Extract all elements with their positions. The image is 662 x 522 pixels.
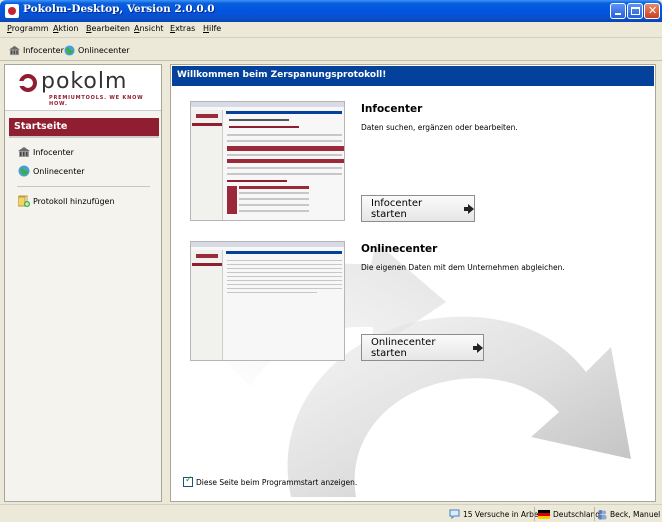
divider [594,507,595,521]
sidebar-section-title: Startseite [9,118,159,136]
close-button[interactable]: ✕ [644,3,660,19]
startup-checkbox-label: Diese Seite beim Programmstart anzeigen. [196,477,358,487]
startup-checkbox-row[interactable]: Diese Seite beim Programmstart anzeigen. [183,475,358,487]
sidebar-item-label: Protokoll hinzufügen [33,196,115,206]
menu-ansicht[interactable]: Ansicht [134,24,164,33]
welcome-panel: Willkommen beim Zerspanungsprotokoll! In… [170,64,656,502]
users-icon [598,509,607,519]
sidebar-item-label: Infocenter [33,147,74,157]
status-attempts-text: 15 Versuche in Arbeit [463,509,544,519]
toolbar-onlinecenter-label: Onlinecenter [78,45,130,55]
menu-extras[interactable]: Extras [170,24,195,33]
infocenter-start-label: Infocenter starten [371,197,423,220]
menu-programm[interactable]: Programm [7,24,49,33]
onlinecenter-title: Onlinecenter [361,243,438,255]
menu-bar: Programm Aktion Bearbeiten Ansicht Extra… [0,22,662,38]
arrow-right-icon [473,342,483,353]
page-title: Willkommen beim Zerspanungsprotokoll! [172,66,654,86]
status-language[interactable]: Deutschland [538,508,600,520]
infocenter-preview-image [190,101,345,221]
status-attempts[interactable]: 15 Versuche in Arbeit [449,508,544,520]
sidebar-item-infocenter[interactable]: Infocenter [18,145,74,159]
sidebar-item-label: Onlinecenter [33,166,85,176]
maximize-icon [631,7,640,15]
divider [534,507,535,521]
close-icon: ✕ [648,4,658,17]
infocenter-start-button[interactable]: Infocenter starten [361,195,475,222]
window-title: Pokolm-Desktop, Version 2.0.0.0 [23,3,215,15]
menu-hilfe[interactable]: Hilfe [203,24,221,33]
speech-bubble-icon [449,509,460,519]
pokolm-logo: pokolm PREMIUMTOOLS. WE KNOW HOW. [5,65,161,111]
onlinecenter-start-label: Onlinecenter starten [371,336,436,359]
sidebar-item-add-protocol[interactable]: Protokoll hinzufügen [18,194,115,208]
maximize-button[interactable] [627,3,643,19]
startup-checkbox[interactable] [183,475,193,487]
toolbar-onlinecenter-button[interactable]: Onlinecenter [64,43,130,57]
globe-icon [18,165,30,177]
status-language-text: Deutschland [553,509,601,519]
status-user[interactable]: Beck, Manuel [597,508,660,520]
minimize-button[interactable] [610,3,626,19]
infocenter-title: Infocenter [361,103,423,115]
menu-bearbeiten[interactable]: Bearbeiten [86,24,130,33]
status-user-text: Beck, Manuel [610,509,661,519]
divider [17,186,150,187]
minimize-icon [615,13,621,15]
toolbar-infocenter-label: Infocenter [23,45,64,55]
onlinecenter-description: Die eigenen Daten mit dem Unternehmen ab… [361,263,565,272]
title-bar[interactable]: Pokolm-Desktop, Version 2.0.0.0 ✕ [0,0,662,22]
globe-icon [64,44,75,56]
app-icon[interactable] [5,4,19,18]
logo-wordmark: pokolm [41,69,128,94]
toolbar-infocenter-button[interactable]: Infocenter [9,43,64,57]
german-flag-icon [538,509,550,519]
building-icon [9,45,20,55]
toolbar: Infocenter Onlinecenter [0,39,662,61]
building-icon [18,147,30,157]
sidebar-item-onlinecenter[interactable]: Onlinecenter [18,164,85,178]
logo-tagline: PREMIUMTOOLS. WE KNOW HOW. [49,95,144,107]
onlinecenter-start-button[interactable]: Onlinecenter starten [361,334,484,361]
sidebar: pokolm PREMIUMTOOLS. WE KNOW HOW. Starts… [4,64,162,502]
menu-aktion[interactable]: Aktion [53,24,78,33]
onlinecenter-preview-image [190,241,345,361]
add-document-icon [18,195,30,207]
arrow-right-icon [464,203,474,214]
logo-mark [17,74,37,92]
infocenter-description: Daten suchen, ergänzen oder bearbeiten. [361,123,518,132]
divider [9,136,159,138]
status-bar: 15 Versuche in Arbeit Deutschland Beck, … [0,504,662,522]
